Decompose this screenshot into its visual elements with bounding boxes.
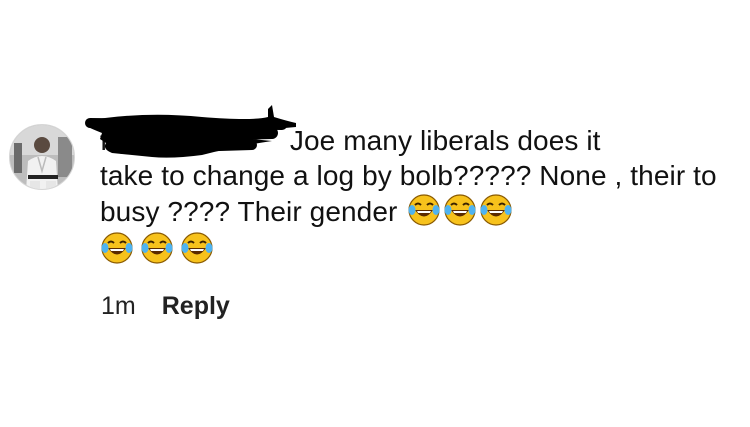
tears-of-joy-emoji-icon — [480, 194, 512, 226]
emoji-group-1 — [405, 194, 513, 227]
comment-meta: 1m Reply — [101, 292, 230, 321]
avatar[interactable] — [9, 124, 75, 190]
comment-text: f Joe many liberals does it take to change… — [100, 123, 720, 229]
comment-body: f Joe many liberals does it take to change… — [100, 123, 720, 265]
tears-of-joy-emoji-icon — [101, 232, 133, 264]
tears-of-joy-emoji-icon — [444, 194, 476, 226]
avatar-photo — [10, 125, 74, 189]
tears-of-joy-emoji-icon — [408, 194, 440, 226]
timestamp: 1m — [101, 292, 136, 320]
comment: f Joe many liberals does it take to change… — [0, 0, 750, 427]
comment-text-line1: Joe many liberals does it — [289, 125, 601, 156]
comment-author-prefix[interactable]: f — [100, 125, 108, 156]
tears-of-joy-emoji-icon — [141, 232, 173, 264]
emoji-group-2 — [100, 231, 720, 265]
tears-of-joy-emoji-icon — [181, 232, 213, 264]
reply-button[interactable]: Reply — [162, 292, 230, 321]
